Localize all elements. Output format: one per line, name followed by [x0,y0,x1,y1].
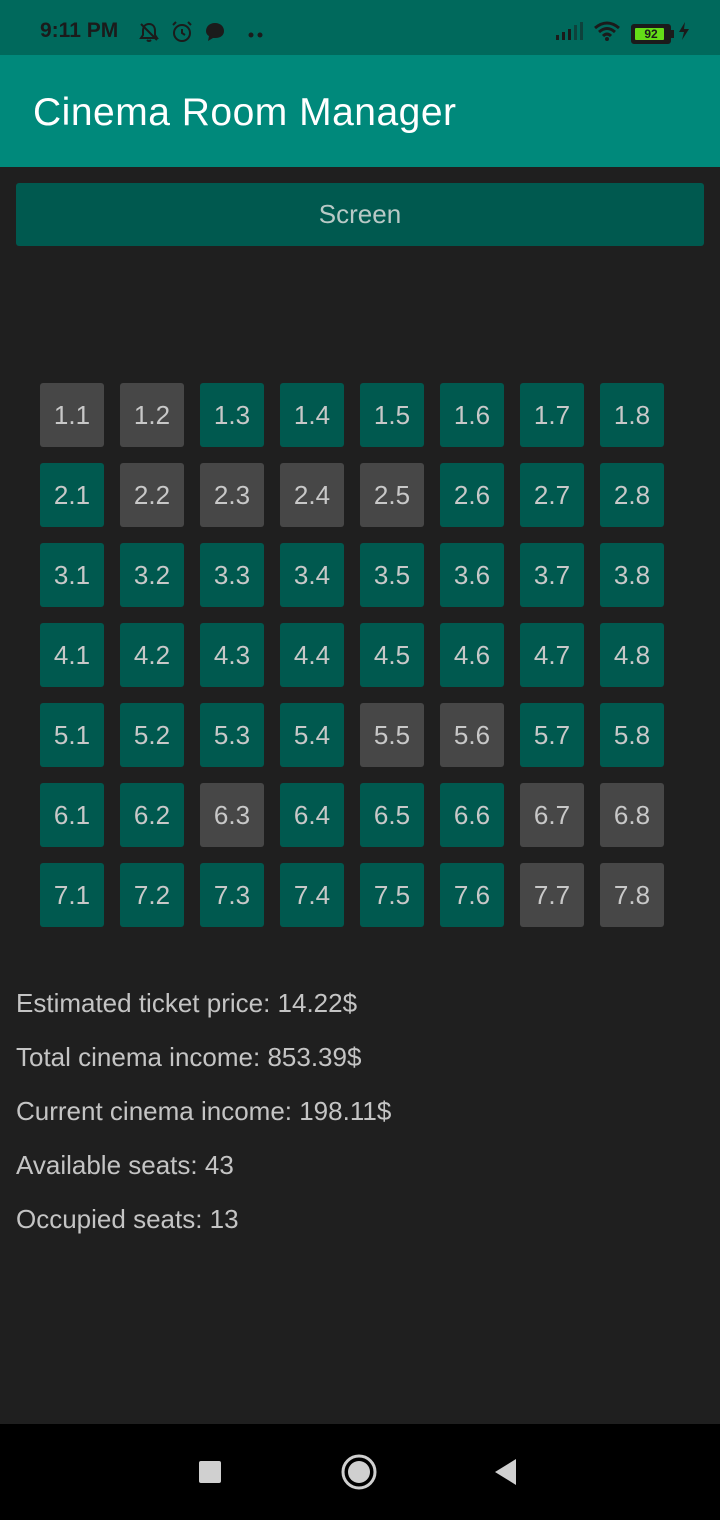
seat-button[interactable]: 3.3 [200,543,264,607]
seat-button[interactable]: 6.3 [200,783,264,847]
seat-grid: 1.1 1.2 1.3 1.4 1.5 1.6 1.7 1.8 2.1 2.2 2.3 2.4 2.5 2… [40,383,664,927]
seat-button[interactable]: 2.8 [600,463,664,527]
seat-button[interactable]: 4.1 [40,623,104,687]
seat-button[interactable]: 7.3 [200,863,264,927]
stats-panel: Estimated ticket price: 14.22$ Total cin… [16,985,391,1255]
home-button[interactable] [339,1452,379,1492]
seat-button[interactable]: 6.2 [120,783,184,847]
seat-button[interactable]: 5.6 [440,703,504,767]
seat-button[interactable]: 5.8 [600,703,664,767]
seat-button[interactable]: 3.5 [360,543,424,607]
navigation-bar [0,1424,720,1520]
app-bar: Cinema Room Manager [0,55,720,167]
recents-button[interactable] [190,1452,230,1492]
battery-nub [671,29,674,38]
alarm-icon [170,20,194,49]
wifi-icon [593,20,621,47]
seat-button[interactable]: 4.3 [200,623,264,687]
seat-button[interactable]: 1.4 [280,383,344,447]
seat-button[interactable]: 5.3 [200,703,264,767]
seat-button[interactable]: 3.2 [120,543,184,607]
app-title: Cinema Room Manager [33,91,457,134]
signal-icon [555,21,583,46]
seat-button[interactable]: 4.6 [440,623,504,687]
seat-button[interactable]: 2.1 [40,463,104,527]
seat-button[interactable]: 1.5 [360,383,424,447]
back-triangle-icon [495,1459,516,1485]
total-income-text: Total cinema income: 853.39$ [16,1042,362,1072]
bell-off-icon [138,21,160,48]
seat-button[interactable]: 2.4 [280,463,344,527]
seat-button[interactable]: 6.6 [440,783,504,847]
battery-icon: 92 [631,23,674,44]
seat-button[interactable]: 7.1 [40,863,104,927]
seat-button[interactable]: 1.1 [40,383,104,447]
recents-square-icon [199,1461,221,1483]
seat-button[interactable]: 7.7 [520,863,584,927]
seat-button[interactable]: 2.3 [200,463,264,527]
home-circle-icon [341,1454,377,1490]
occupied-seats-text: Occupied seats: 13 [16,1204,239,1234]
seat-button[interactable]: 7.6 [440,863,504,927]
seat-button[interactable]: 1.6 [440,383,504,447]
seat-button[interactable]: 5.7 [520,703,584,767]
seat-button[interactable]: 1.2 [120,383,184,447]
seat-button[interactable]: 6.4 [280,783,344,847]
seat-button[interactable]: 4.5 [360,623,424,687]
more-dots-icon [248,26,264,44]
battery-body: 92 [631,23,671,44]
seat-button[interactable]: 5.2 [120,703,184,767]
seat-button[interactable]: 5.5 [360,703,424,767]
seat-button[interactable]: 7.8 [600,863,664,927]
screen-indicator: Screen [16,183,704,246]
battery-level-text: 92 [644,26,658,41]
seat-button[interactable]: 5.1 [40,703,104,767]
seat-button[interactable]: 1.3 [200,383,264,447]
seat-button[interactable]: 2.5 [360,463,424,527]
charging-icon [678,21,690,46]
seat-button[interactable]: 3.6 [440,543,504,607]
available-seats-text: Available seats: 43 [16,1150,234,1180]
status-time: 9:11 PM [40,19,119,42]
seat-button[interactable]: 6.8 [600,783,664,847]
seat-button[interactable]: 4.4 [280,623,344,687]
seat-button[interactable]: 4.2 [120,623,184,687]
seat-button[interactable]: 7.4 [280,863,344,927]
seat-button[interactable]: 6.5 [360,783,424,847]
seat-button[interactable]: 3.7 [520,543,584,607]
seat-button[interactable]: 6.1 [40,783,104,847]
status-bar: 9:11 PM 92 [0,0,720,55]
status-system-icons: 92 [555,20,690,47]
back-button[interactable] [486,1452,526,1492]
seat-button[interactable]: 1.8 [600,383,664,447]
seat-button[interactable]: 2.6 [440,463,504,527]
screen-label: Screen [318,199,402,229]
seat-button[interactable]: 2.2 [120,463,184,527]
seat-button[interactable]: 6.7 [520,783,584,847]
seat-button[interactable]: 7.2 [120,863,184,927]
seat-button[interactable]: 2.7 [520,463,584,527]
seat-button[interactable]: 3.4 [280,543,344,607]
current-income-text: Current cinema income: 198.11$ [16,1096,392,1126]
seat-button[interactable]: 3.1 [40,543,104,607]
seat-button[interactable]: 1.7 [520,383,584,447]
seat-button[interactable]: 3.8 [600,543,664,607]
status-notification-icons [138,20,264,49]
message-icon [204,21,226,48]
seat-button[interactable]: 4.8 [600,623,664,687]
ticket-price-text: Estimated ticket price: 14.22$ [16,988,358,1018]
seat-button[interactable]: 5.4 [280,703,344,767]
seat-button[interactable]: 7.5 [360,863,424,927]
seat-button[interactable]: 4.7 [520,623,584,687]
